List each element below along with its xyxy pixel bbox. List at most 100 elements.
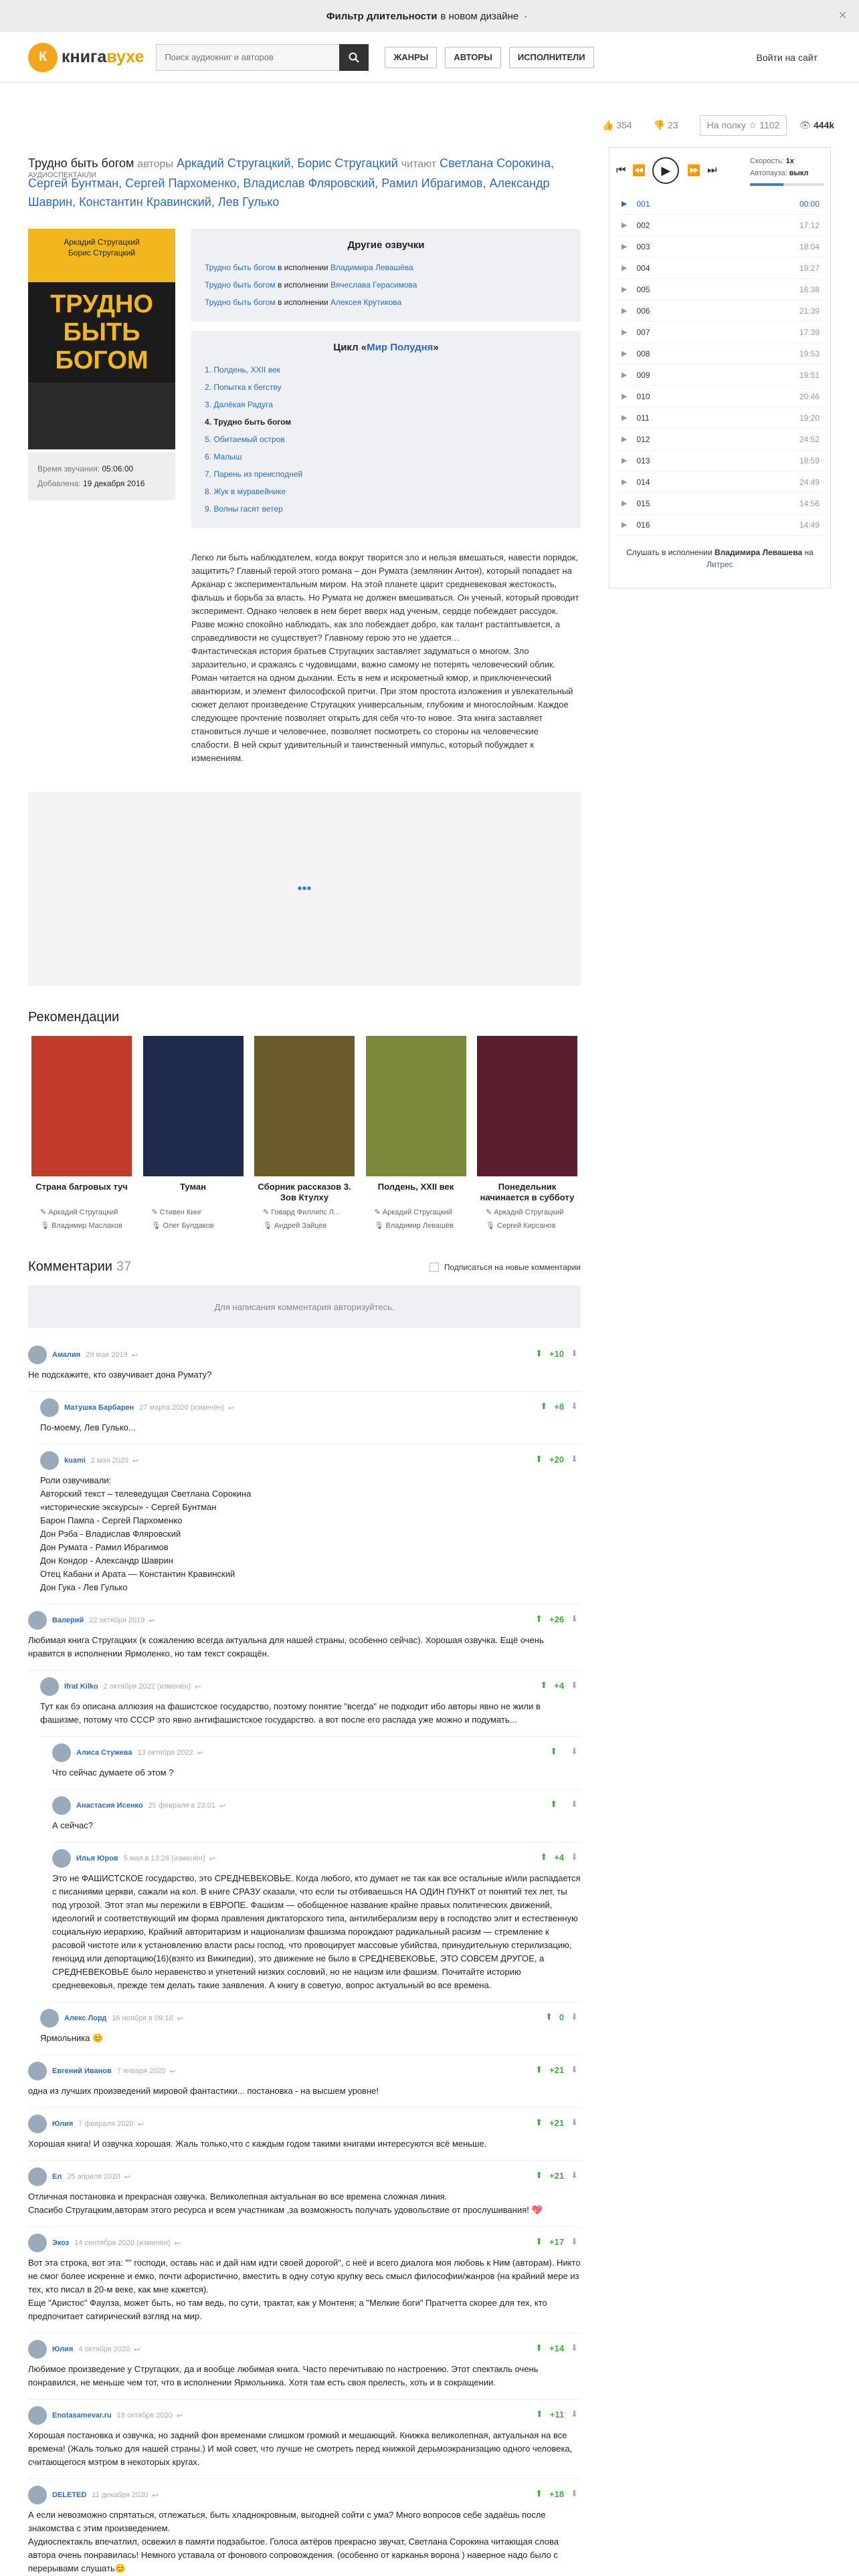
track-row[interactable]: ▶ 015 14:56	[616, 493, 824, 514]
nav-readers[interactable]: ИСПОЛНИТЕЛИ	[508, 46, 594, 68]
play-icon[interactable]: ▶	[622, 392, 627, 401]
track-row[interactable]: ▶ 004 19:27	[616, 257, 824, 279]
comment-author[interactable]: Экоз	[52, 2239, 69, 2247]
play-icon[interactable]: ▶	[622, 520, 627, 529]
comment-author[interactable]: Валерий	[52, 1616, 84, 1624]
avatar[interactable]	[40, 2009, 59, 2028]
rec-author[interactable]: ✎ Аркадий Стругацкий	[28, 1206, 135, 1219]
play-button[interactable]: ▶	[652, 157, 680, 184]
nav-genres[interactable]: ЖАНРЫ	[385, 46, 438, 68]
play-icon[interactable]: ▶	[622, 456, 627, 465]
track-row[interactable]: ▶ 014 24:49	[616, 471, 824, 493]
rec-reader[interactable]: 🎙 Олег Булдаков	[140, 1219, 247, 1232]
other-voice-reader[interactable]: Владимира Левашёва	[330, 263, 413, 272]
comment-author[interactable]: Enotasamevar.ru	[52, 2411, 112, 2420]
rec-author-name[interactable]: Аркадий Стругацкий	[48, 1208, 118, 1216]
avatar[interactable]	[52, 1743, 71, 1762]
avatar[interactable]	[52, 1849, 71, 1868]
comment-author[interactable]: Амалия	[52, 1351, 80, 1359]
rec-title[interactable]: Туман	[140, 1182, 247, 1206]
avatar[interactable]	[28, 2062, 47, 2080]
play-icon[interactable]: ▶	[622, 328, 627, 336]
search-input[interactable]	[156, 43, 340, 71]
cycle-item[interactable]: 2. Попытка к бегству	[205, 379, 567, 396]
rec-author-name[interactable]: Аркадий Стругацкий	[494, 1208, 563, 1216]
rewind-icon[interactable]: ⏮	[616, 165, 626, 177]
rec-reader[interactable]: 🎙 Андрей Зайцев	[251, 1219, 358, 1232]
reply-icon[interactable]: ↩	[152, 2491, 158, 2500]
cycle-item[interactable]: 5. Обитаемый остров	[205, 431, 567, 448]
avatar[interactable]	[28, 2406, 47, 2425]
avatar[interactable]	[40, 1451, 59, 1470]
reply-icon[interactable]: ↩	[195, 1683, 201, 1691]
back-icon[interactable]: ⏪	[632, 164, 646, 177]
autopause-control[interactable]: Автопауза: выкл	[750, 167, 824, 179]
nav-authors[interactable]: АВТОРЫ	[445, 46, 501, 68]
track-row[interactable]: ▶ 009 19:51	[616, 364, 824, 386]
rec-author[interactable]: ✎ Стивен Кинг	[140, 1206, 247, 1219]
downvote-icon[interactable]: ⬇	[571, 1680, 578, 1691]
close-icon[interactable]: ×	[838, 7, 847, 24]
upvote-icon[interactable]: ⬆	[535, 1454, 543, 1465]
autopause-value[interactable]: выкл	[789, 169, 809, 177]
track-row[interactable]: ▶ 011 19:20	[616, 407, 824, 429]
promo-banner[interactable]: Фильтр длительности в новом дизайне · ×	[0, 0, 859, 32]
rec-reader-name[interactable]: Андрей Зайцев	[274, 1222, 326, 1230]
dislike-button[interactable]: 👎 23	[654, 120, 689, 131]
avatar[interactable]	[40, 1398, 59, 1417]
rec-item[interactable]: Страна багровых туч ✎ Аркадий Стругацкий…	[28, 1036, 135, 1232]
rec-cover[interactable]	[477, 1036, 577, 1176]
rec-author[interactable]: ✎ Аркадий Стругацкий	[474, 1206, 581, 1219]
downvote-icon[interactable]: ⬇	[571, 2409, 578, 2420]
rec-author-name[interactable]: Аркадий Стругацкий	[383, 1208, 452, 1216]
upvote-icon[interactable]: ⬆	[536, 2409, 543, 2420]
comment-author[interactable]: Илья Юров	[76, 1854, 118, 1862]
track-row[interactable]: ▶ 003 18:04	[616, 236, 824, 257]
comment-author[interactable]: Евгений Иванов	[52, 2067, 112, 2075]
book-authors[interactable]: Аркадий Стругацкий, Борис Стругацкий	[177, 156, 398, 170]
play-icon[interactable]: ▶	[622, 499, 627, 508]
reply-icon[interactable]: ↩	[177, 2014, 183, 2023]
speed-control[interactable]: Скорость: 1x	[750, 155, 824, 167]
track-row[interactable]: ▶ 002 17:12	[616, 215, 824, 236]
upvote-icon[interactable]: ⬆	[535, 2117, 543, 2128]
other-voice-book[interactable]: Трудно быть богом	[205, 298, 276, 307]
rec-title[interactable]: Полдень, XXII век	[363, 1182, 470, 1206]
track-row[interactable]: ▶ 007 17:39	[616, 322, 824, 343]
track-row[interactable]: ▶ 013 18:59	[616, 450, 824, 471]
downvote-icon[interactable]: ⬇	[571, 1852, 578, 1862]
reply-icon[interactable]: ↩	[219, 1802, 225, 1810]
play-icon[interactable]: ▶	[622, 242, 627, 251]
track-row[interactable]: ▶ 016 14:49	[616, 514, 824, 536]
upvote-icon[interactable]: ⬆	[540, 1680, 547, 1691]
breadcrumb[interactable]: АУДИОСПЕКТАКЛИ	[28, 171, 96, 179]
downvote-icon[interactable]: ⬇	[571, 2236, 578, 2247]
other-voice-row[interactable]: Трудно быть богом в исполнении Владимира…	[205, 259, 567, 276]
other-voice-row[interactable]: Трудно быть богом в исполнении Алексея К…	[205, 294, 567, 311]
forward-icon[interactable]: ⏩	[687, 164, 700, 177]
play-icon[interactable]: ▶	[622, 370, 627, 379]
upvote-icon[interactable]: ⬆	[535, 2236, 543, 2247]
comment-author[interactable]: Ел	[52, 2173, 62, 2181]
login-to-comment[interactable]: Для написания комментария авторизуйтесь.	[28, 1285, 581, 1328]
search-button[interactable]	[339, 43, 369, 71]
upvote-icon[interactable]: ⬆	[535, 2488, 543, 2499]
reply-icon[interactable]: ↩	[209, 1854, 215, 1863]
comment-author[interactable]: Матушка Барбарен	[64, 1404, 134, 1412]
reply-icon[interactable]: ↩	[132, 1351, 138, 1360]
rec-title[interactable]: Страна багровых туч	[28, 1182, 135, 1206]
rec-reader[interactable]: 🎙 Владимир Левашёв	[363, 1219, 470, 1232]
cycle-item[interactable]: 6. Малыш	[205, 448, 567, 465]
cycle-item[interactable]: 3. Далёкая Радуга	[205, 396, 567, 413]
track-row[interactable]: ▶ 006 21:39	[616, 300, 824, 322]
rec-cover[interactable]	[254, 1036, 355, 1176]
rec-reader-name[interactable]: Олег Булдаков	[163, 1222, 214, 1230]
downvote-icon[interactable]: ⬇	[571, 2012, 578, 2022]
upvote-icon[interactable]: ⬆	[535, 2170, 543, 2181]
upvote-icon[interactable]: ⬆	[535, 2343, 543, 2353]
play-icon[interactable]: ▶	[622, 477, 627, 486]
subscribe-checkbox[interactable]: Подписаться на новые комментарии	[429, 1262, 581, 1272]
comment-author[interactable]: DELETED	[52, 2491, 86, 2499]
downvote-icon[interactable]: ⬇	[571, 2064, 578, 2075]
rec-cover[interactable]	[31, 1036, 132, 1176]
